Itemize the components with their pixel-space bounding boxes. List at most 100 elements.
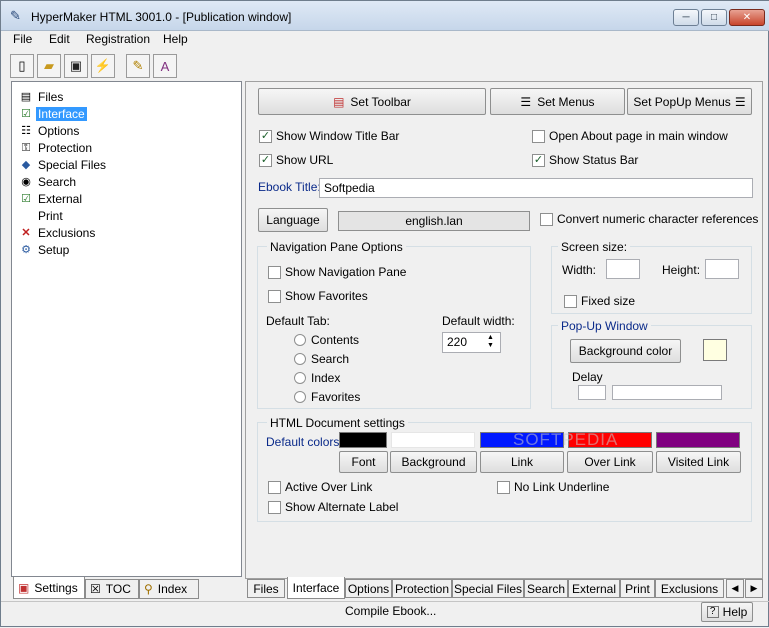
language-button[interactable]: Language — [258, 208, 328, 232]
checkmark-icon: ✓ — [259, 129, 272, 143]
tree-item-protection[interactable]: ⚿ Protection — [18, 140, 94, 156]
delay-input[interactable] — [578, 385, 606, 400]
tab-index[interactable]: ⚲ Index — [139, 579, 199, 599]
tab-settings[interactable]: ▣ Settings — [13, 577, 85, 599]
external-icon: ☑ — [21, 193, 31, 205]
font-button[interactable]: Font — [339, 451, 388, 473]
tab-options[interactable]: Options — [345, 579, 392, 598]
spinner-arrows-icon[interactable]: ▲ ▼ — [487, 334, 494, 350]
tree-item-print[interactable]: Print — [18, 208, 65, 224]
radio-contents[interactable]: Contents — [294, 333, 359, 347]
softpedia-watermark: SOFTPEDIA — [513, 430, 619, 449]
popup-color-swatch[interactable] — [703, 339, 727, 361]
checkmark-icon: ✓ — [532, 153, 545, 167]
over-link-button[interactable]: Over Link — [567, 451, 653, 473]
tree-item-search[interactable]: ◉ Search — [18, 174, 78, 190]
close-button[interactable]: ✕ — [729, 9, 765, 26]
visited-link-color-swatch[interactable] — [656, 432, 740, 448]
height-input[interactable] — [705, 259, 739, 279]
tree-item-setup[interactable]: ⚙ Setup — [18, 242, 71, 258]
width-label: Width: — [562, 263, 597, 277]
tab-scroll-right-icon[interactable]: ▶ — [745, 579, 763, 598]
settings-tree: ▤ Files ☑ Interface ☷ Options ⚿ Protection ◆… — [11, 81, 242, 577]
toc-tab-icon: ☒ — [90, 582, 101, 596]
no-link-underline-checkbox[interactable]: No Link Underline — [497, 480, 609, 494]
html-document-title: HTML Document settings — [267, 416, 408, 430]
fixed-size-checkbox[interactable]: Fixed size — [564, 294, 635, 308]
set-menus-button[interactable]: ☰ Set Menus — [490, 88, 625, 115]
minimize-button[interactable]: ─ — [673, 9, 699, 26]
main-window: ✎ HyperMaker HTML 3001.0 - [Publication … — [0, 0, 769, 627]
tree-item-files[interactable]: ▤ Files — [18, 89, 65, 105]
set-toolbar-button[interactable]: ▤ Set Toolbar — [258, 88, 486, 115]
popup-window-title: Pop-Up Window — [558, 319, 651, 333]
link-button[interactable]: Link — [480, 451, 564, 473]
show-url-checkbox[interactable]: ✓ Show URL — [259, 153, 333, 167]
tab-exclusions[interactable]: Exclusions — [655, 579, 724, 598]
width-input[interactable] — [606, 259, 640, 279]
save-icon[interactable]: ▣ — [64, 54, 88, 78]
index-tab-icon: ⚲ — [144, 582, 153, 596]
tab-scroll-left-icon[interactable]: ◀ — [726, 579, 744, 598]
delay-slider[interactable] — [612, 385, 722, 400]
title-bar: ✎ HyperMaker HTML 3001.0 - [Publication … — [1, 1, 769, 31]
show-window-title-bar-checkbox[interactable]: ✓ Show Window Title Bar — [259, 129, 399, 143]
compile-icon[interactable]: ⚡ — [91, 54, 115, 78]
status-bar: Compile Ebook... ? Help — [1, 601, 769, 628]
open-icon[interactable]: ▰ — [37, 54, 61, 78]
tab-external[interactable]: External — [568, 579, 620, 598]
font-color-swatch[interactable] — [339, 432, 387, 448]
new-icon[interactable]: ▯ — [10, 54, 34, 78]
print-icon — [18, 209, 34, 223]
active-over-link-checkbox[interactable]: Active Over Link — [268, 480, 372, 494]
preview-icon[interactable]: A — [153, 54, 177, 78]
radio-index[interactable]: Index — [294, 371, 340, 385]
navigation-pane-title: Navigation Pane Options — [267, 240, 406, 254]
tree-item-special-files[interactable]: ◆ Special Files — [18, 157, 108, 173]
tab-interface[interactable]: Interface — [287, 577, 345, 599]
delay-label: Delay — [572, 370, 603, 384]
tab-search[interactable]: Search — [524, 579, 568, 598]
show-navigation-pane-checkbox[interactable]: Show Navigation Pane — [268, 265, 406, 279]
set-popup-menus-button[interactable]: Set PopUp Menus ☰ — [627, 88, 752, 115]
menu-registration[interactable]: Registration — [86, 32, 150, 46]
open-about-checkbox[interactable]: Open About page in main window — [532, 129, 728, 143]
tab-print[interactable]: Print — [620, 579, 655, 598]
default-colors-label: Default colors: — [266, 435, 343, 449]
tab-toc[interactable]: ☒ TOC — [85, 579, 139, 599]
tab-special-files[interactable]: Special Files — [452, 579, 524, 598]
maximize-button[interactable]: □ — [701, 9, 727, 26]
interface-icon: ☑ — [21, 108, 31, 120]
status-message: Compile Ebook... — [345, 604, 437, 618]
radio-favorites[interactable]: Favorites — [294, 390, 360, 404]
menu-edit[interactable]: Edit — [49, 32, 70, 46]
convert-numeric-checkbox[interactable]: Convert numeric character references — [540, 212, 758, 226]
show-alternate-label-checkbox[interactable]: Show Alternate Label — [268, 500, 398, 514]
background-button[interactable]: Background — [390, 451, 477, 473]
background-color-button[interactable]: Background color — [570, 339, 681, 363]
tree-item-options[interactable]: ☷ Options — [18, 123, 81, 139]
help-button[interactable]: ? Help — [701, 602, 753, 622]
show-status-bar-checkbox[interactable]: ✓ Show Status Bar — [532, 153, 638, 167]
binoculars-icon: ◉ — [21, 176, 31, 188]
menu-file[interactable]: File — [13, 32, 32, 46]
menus-icon: ☰ — [520, 94, 532, 109]
show-favorites-checkbox[interactable]: Show Favorites — [268, 289, 368, 303]
toolbar: ▯ ▰ ▣ ⚡ ✎ A — [1, 51, 769, 81]
height-label: Height: — [662, 263, 701, 277]
menu-help[interactable]: Help — [163, 32, 188, 46]
files-icon: ▤ — [20, 91, 32, 103]
language-value: english.lan — [338, 211, 530, 231]
tree-item-exclusions[interactable]: ✕ Exclusions — [18, 225, 97, 241]
tab-protection[interactable]: Protection — [392, 579, 452, 598]
ebook-title-input[interactable]: Softpedia — [319, 178, 753, 198]
tree-item-external[interactable]: ☑ External — [18, 191, 84, 207]
setup-icon: ⚙ — [21, 244, 31, 256]
tab-files[interactable]: Files — [247, 579, 285, 598]
radio-search[interactable]: Search — [294, 352, 349, 366]
options-icon: ☷ — [21, 125, 31, 137]
edit-icon[interactable]: ✎ — [126, 54, 150, 78]
visited-link-button[interactable]: Visited Link — [656, 451, 741, 473]
background-color-swatch[interactable] — [391, 432, 475, 448]
tree-item-interface[interactable]: ☑ Interface — [18, 106, 87, 122]
